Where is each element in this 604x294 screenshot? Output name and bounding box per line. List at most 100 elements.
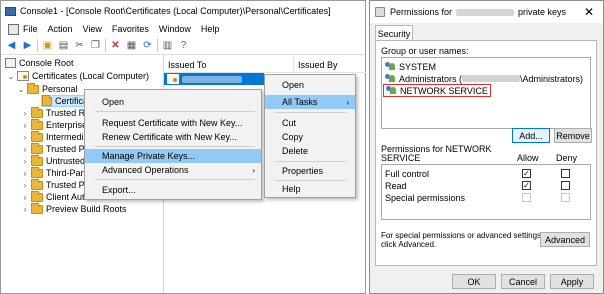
refresh-icon[interactable]: ⟳ — [141, 39, 154, 52]
menu-item-request-new-key[interactable]: Request Certificate with New Key... — [85, 116, 261, 130]
menu-help[interactable]: Help — [196, 21, 225, 37]
tree-item-console-root[interactable]: Console Root — [5, 57, 74, 69]
column-deny: Deny — [556, 153, 578, 163]
column-issued-to[interactable]: Issued To — [164, 57, 294, 72]
user-item-administrators[interactable]: Administrators ( \Administrators) — [385, 73, 583, 84]
menu-item-open[interactable]: Open — [85, 95, 261, 109]
menu-view[interactable]: View — [78, 21, 107, 37]
user-group-icon — [385, 74, 396, 83]
help-icon[interactable]: ? — [177, 39, 190, 52]
permission-row-full-control: Full control ✓ — [385, 168, 589, 179]
tree-item-certificates-local[interactable]: ⌄ Certificates (Local Computer) — [7, 70, 149, 82]
properties-icon[interactable]: ▦ — [125, 39, 138, 52]
folder-icon — [31, 130, 43, 142]
tree-item-personal[interactable]: ⌄ Personal — [17, 82, 78, 95]
menu-file[interactable]: File — [3, 21, 43, 37]
menu-action[interactable]: Action — [43, 21, 78, 37]
folder-icon — [31, 166, 43, 178]
column-issued-by[interactable]: Issued By — [294, 57, 366, 72]
user-item-system[interactable]: SYSTEM — [385, 61, 436, 72]
menu-item-all-tasks[interactable]: All Tasks › — [265, 95, 355, 109]
menu-separator — [275, 112, 347, 113]
menu-separator — [95, 179, 255, 180]
folder-icon — [42, 94, 52, 106]
up-folder-icon[interactable]: ▣ — [41, 39, 54, 52]
menu-window[interactable]: Window — [154, 21, 196, 37]
cut-icon[interactable]: ✂ — [73, 39, 86, 52]
chevron-right-icon[interactable]: › — [21, 205, 29, 214]
redacted-certificate-name — [182, 75, 242, 83]
chevron-down-icon[interactable]: ⌄ — [7, 72, 15, 81]
tree-item-intermediate[interactable]: › Intermediat — [21, 130, 91, 143]
user-item-network-service[interactable]: NETWORK SERVICE — [383, 84, 491, 97]
chevron-right-icon[interactable]: › — [21, 121, 29, 130]
add-button[interactable]: Add... — [512, 128, 550, 143]
chevron-right-icon[interactable]: › — [21, 157, 29, 166]
forward-icon[interactable]: ▶ — [21, 39, 34, 52]
lock-icon — [375, 7, 385, 17]
menu-item-renew-new-key[interactable]: Renew Certificate with New Key... — [85, 130, 261, 144]
menu-item-label: All Tasks — [282, 97, 318, 107]
remove-button[interactable]: Remove — [554, 128, 592, 143]
dialog-title-bar: Permissions for private keys ✕ — [370, 1, 603, 23]
file-menu-icon — [8, 23, 19, 35]
menu-item-open[interactable]: Open — [265, 78, 355, 92]
menu-item-export[interactable]: Export... — [85, 183, 261, 197]
allow-checkbox[interactable]: ✓ — [522, 181, 531, 190]
folder-icon — [27, 82, 39, 94]
close-icon[interactable]: ✕ — [575, 1, 603, 23]
redacted-key-name — [456, 8, 515, 16]
tree-item-certificates[interactable]: Certifica — [41, 94, 89, 107]
submenu-arrow-icon: › — [346, 97, 349, 107]
chevron-down-icon[interactable]: ⌄ — [17, 85, 25, 94]
dialog-title-suffix: private keys — [518, 7, 567, 17]
advanced-button[interactable]: Advanced — [540, 232, 590, 247]
menu-file-label: File — [23, 24, 38, 34]
group-users-label: Group or user names: — [381, 46, 469, 56]
menu-favorites[interactable]: Favorites — [107, 21, 154, 37]
list-header: Issued To Issued By — [164, 57, 366, 73]
user-list: SYSTEM Administrators ( \Administrators)… — [381, 57, 591, 129]
toolbar-separator — [105, 39, 106, 52]
tree-item-preview-build-roots[interactable]: › Preview Build Roots — [21, 202, 127, 215]
delete-icon[interactable]: ✕ — [109, 39, 122, 52]
user-group-icon — [385, 62, 396, 71]
console-root-icon — [5, 58, 16, 68]
allow-checkbox[interactable]: ✓ — [522, 169, 531, 178]
user-name-suffix: \Administrators) — [520, 73, 584, 84]
cancel-button[interactable]: Cancel — [501, 274, 545, 289]
chevron-right-icon[interactable]: › — [21, 109, 29, 118]
export-list-icon[interactable]: ▥ — [161, 39, 174, 52]
tree-item-third-party[interactable]: › Third-Party — [21, 166, 91, 179]
chevron-right-icon[interactable]: › — [21, 169, 29, 178]
apply-button[interactable]: Apply — [550, 274, 594, 289]
user-group-icon — [386, 86, 397, 95]
menu-bar: File Action View Favorites Window Help — [1, 21, 365, 37]
show-tree-icon[interactable]: ▤ — [57, 39, 70, 52]
deny-checkbox[interactable] — [561, 181, 570, 190]
chevron-right-icon[interactable]: › — [21, 193, 29, 202]
menu-item-cut[interactable]: Cut — [265, 116, 355, 130]
permission-name: Special permissions — [385, 192, 466, 203]
selected-certificate-row[interactable] — [164, 73, 264, 85]
tree-label: Personal — [42, 84, 78, 94]
tree-label: Certificates (Local Computer) — [32, 71, 150, 81]
menu-item-copy[interactable]: Copy — [265, 130, 355, 144]
back-icon[interactable]: ◀ — [5, 39, 18, 52]
menu-item-manage-private-keys[interactable]: Manage Private Keys... — [85, 149, 261, 163]
ok-button[interactable]: OK — [452, 274, 496, 289]
chevron-right-icon[interactable]: › — [21, 145, 29, 154]
menu-item-delete[interactable]: Delete — [265, 144, 355, 158]
tab-security[interactable]: Security — [375, 25, 413, 41]
chevron-right-icon[interactable]: › — [21, 181, 29, 190]
menu-item-advanced-operations[interactable]: Advanced Operations › — [85, 163, 261, 177]
certificate-icon — [167, 74, 179, 84]
menu-item-help[interactable]: Help — [265, 182, 355, 196]
deny-checkbox[interactable] — [561, 169, 570, 178]
copy-icon[interactable]: ❐ — [89, 39, 102, 52]
user-name: NETWORK SERVICE — [400, 85, 488, 96]
menu-item-properties[interactable]: Properties — [265, 164, 355, 178]
tree-label: Preview Build Roots — [46, 204, 127, 214]
chevron-right-icon[interactable]: › — [21, 133, 29, 142]
menu-separator — [95, 111, 255, 112]
